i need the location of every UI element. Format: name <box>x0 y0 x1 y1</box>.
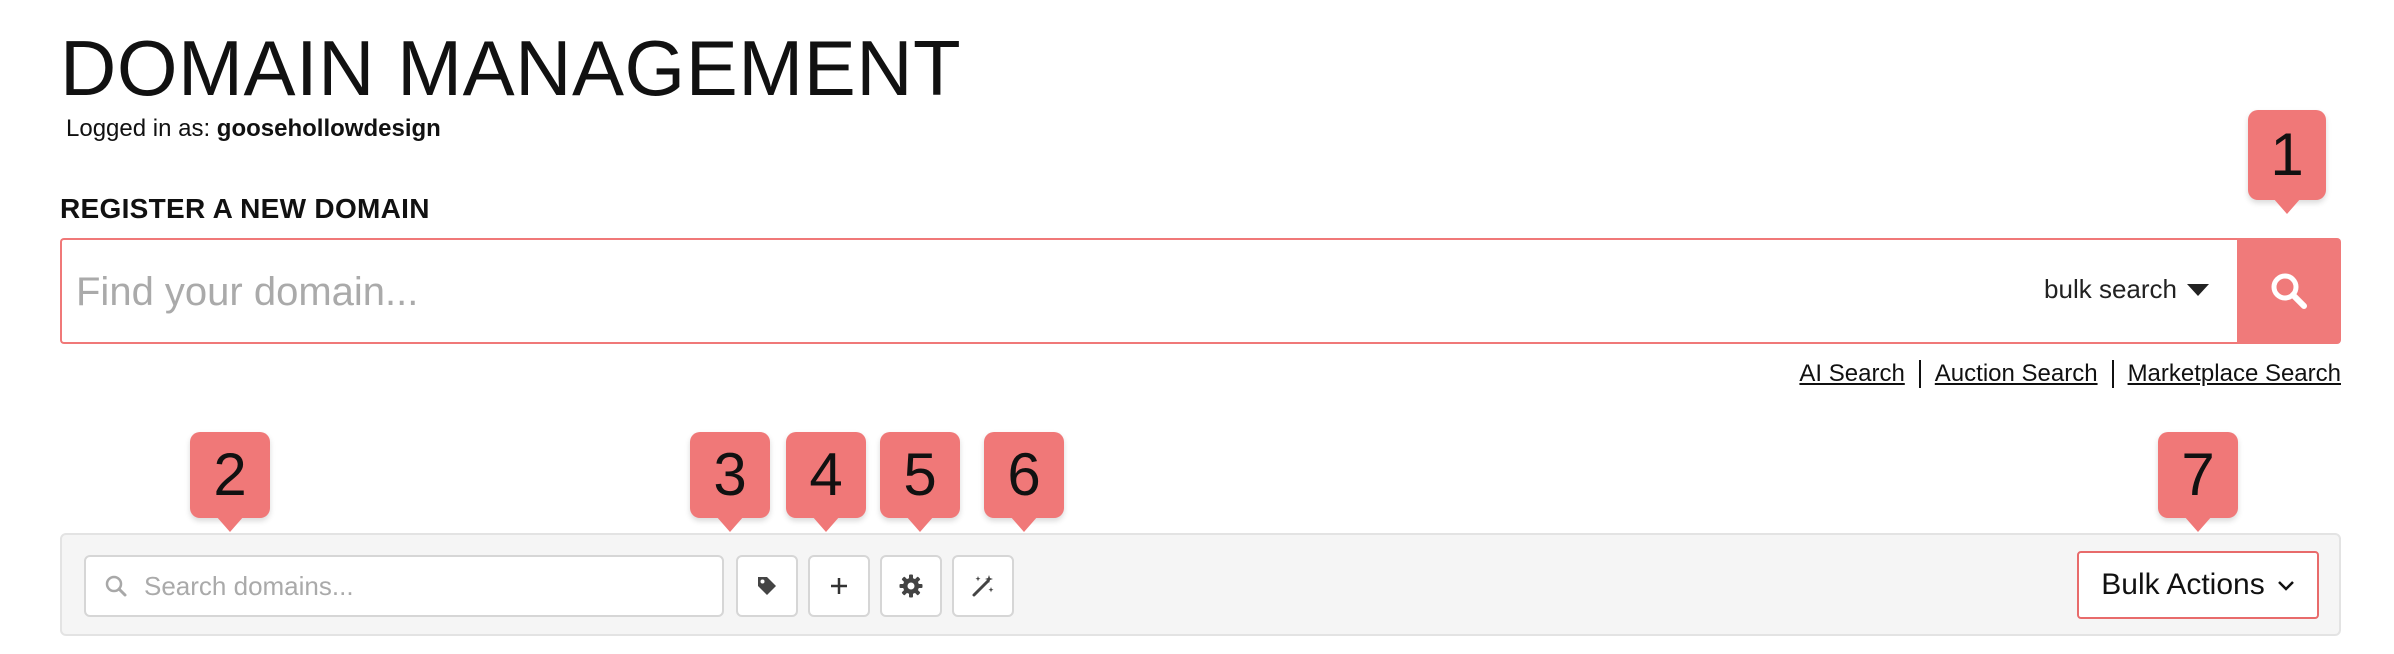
gear-icon <box>899 574 923 598</box>
bulk-actions-dropdown[interactable]: Bulk Actions <box>2077 551 2319 619</box>
domain-search-box: bulk search <box>60 238 2239 344</box>
auction-search-link[interactable]: Auction Search <box>1935 358 2098 390</box>
find-domain-input[interactable] <box>74 258 1778 326</box>
tag-icon <box>758 577 776 595</box>
link-divider <box>1918 360 1921 388</box>
marketplace-search-link[interactable]: Marketplace Search <box>2128 358 2341 390</box>
marker-1: 1 <box>2248 110 2326 200</box>
add-domain-button[interactable] <box>808 555 870 617</box>
link-divider <box>2111 360 2114 388</box>
ai-search-link[interactable]: AI Search <box>1799 358 1904 390</box>
search-button[interactable] <box>2237 238 2341 344</box>
marker-2: 2 <box>190 432 270 518</box>
search-links: AI Search Auction Search Marketplace Sea… <box>1799 358 2341 390</box>
plus-icon <box>831 578 847 594</box>
register-domain-heading: REGISTER A NEW DOMAIN <box>60 193 430 224</box>
magic-wand-icon <box>972 575 994 597</box>
tag-button[interactable] <box>736 555 798 617</box>
username: goosehollowdesign <box>216 115 441 142</box>
bulk-search-dropdown[interactable]: bulk search <box>2044 274 2209 305</box>
marker-3: 3 <box>690 432 770 518</box>
caret-down-icon <box>2187 283 2209 296</box>
page-title: DOMAIN MANAGEMENT <box>60 24 962 112</box>
logged-in-label: Logged in as: <box>66 115 217 142</box>
marker-5: 5 <box>880 432 960 518</box>
search-domains-field[interactable] <box>84 555 724 617</box>
bulk-actions-label: Bulk Actions <box>2101 568 2265 601</box>
logged-in-info: Logged in as: goosehollowdesign <box>66 113 441 145</box>
marker-4: 4 <box>786 432 866 518</box>
marker-7: 7 <box>2158 432 2238 518</box>
settings-button[interactable] <box>880 555 942 617</box>
chevron-down-icon <box>2277 581 2294 591</box>
search-domains-input[interactable] <box>142 569 686 603</box>
search-icon <box>104 574 128 598</box>
bulk-search-label: bulk search <box>2044 274 2177 304</box>
search-icon <box>2271 273 2307 309</box>
magic-wand-button[interactable] <box>952 555 1014 617</box>
marker-6: 6 <box>984 432 1064 518</box>
domain-toolbar: Bulk Actions <box>60 533 2341 636</box>
